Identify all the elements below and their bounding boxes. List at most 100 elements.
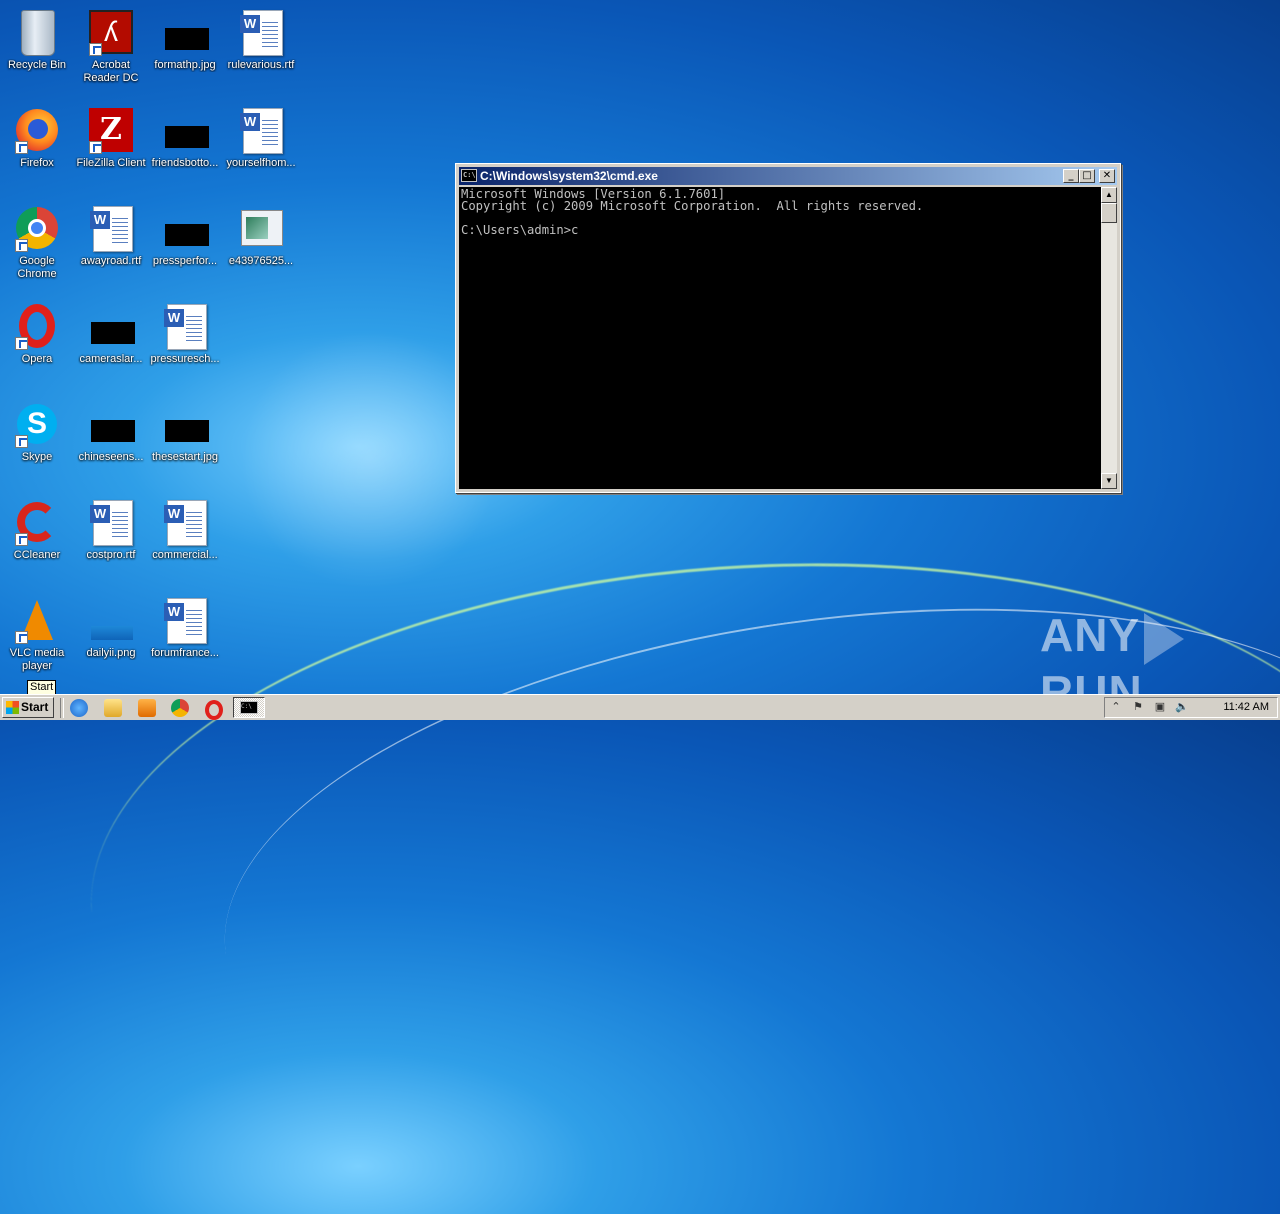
desktop-icon-skype[interactable]: S Skype [0,394,74,464]
word-document-icon: W [164,304,207,350]
shortcut-arrow-icon [89,43,102,56]
console-line: Copyright (c) 2009 Microsoft Corporation… [461,199,924,213]
taskbar-separator [60,698,64,718]
desktop-icon-friendsbotto[interactable]: friendsbotto... [148,100,222,170]
show-hidden-icons-icon[interactable]: ⌃ [1109,700,1123,714]
desktop-icon-label: CCleaner [13,549,61,561]
desktop-icon-vlc[interactable]: VLC media player [0,590,74,673]
desktop-icon-label: Firefox [20,157,54,169]
cmd-console[interactable]: Microsoft Windows [Version 6.1.7601] Copy… [459,187,1101,489]
desktop-icon-label: VLC media player [9,647,65,672]
desktop-icon-label: cameraslar... [79,353,143,365]
cmd-window[interactable]: C:\ C:\Windows\system32\cmd.exe _ □ ✕ Mi… [455,163,1121,493]
cmd-icon[interactable]: C:\ [461,169,477,182]
cmd-titlebar[interactable]: C:\ C:\Windows\system32\cmd.exe _ □ ✕ [459,167,1117,185]
word-document-icon: W [90,500,133,546]
desktop-icon-label: pressperfor... [152,255,218,267]
desktop-icon-e43976525[interactable]: e43976525... [224,198,298,268]
desktop-icon-rulevarious[interactable]: W rulevarious.rtf [224,2,298,72]
desktop-icon-label: Recycle Bin [7,59,67,71]
desktop-icon-recycle-bin[interactable]: Recycle Bin [0,2,74,72]
opera-taskbar-icon[interactable] [205,700,223,720]
scroll-down-button[interactable]: ▼ [1101,473,1117,489]
shortcut-arrow-icon [15,435,28,448]
desktop-icon-dailyii[interactable]: dailyii.png [74,590,148,660]
desktop-icon-forumfrance[interactable]: W forumfrance... [148,590,222,660]
minimize-button[interactable]: _ [1063,169,1079,183]
chrome-taskbar-icon[interactable] [171,699,189,717]
desktop-icon-label: e43976525... [228,255,294,267]
desktop-icon-label: friendsbotto... [151,157,219,169]
desktop-icon-opera[interactable]: Opera [0,296,74,366]
desktop-icon-pressuresch[interactable]: W pressuresch... [148,296,222,366]
image-file-icon [165,28,209,50]
shortcut-arrow-icon [89,141,102,154]
desktop-icon-filezilla[interactable]: Z FileZilla Client [74,100,148,170]
desktop-icon-costpro[interactable]: W costpro.rtf [74,492,148,562]
shortcut-arrow-icon [15,239,28,252]
start-button-label: Start [21,700,49,714]
desktop-icon-firefox[interactable]: Firefox [0,100,74,170]
taskbar-cmd-button[interactable]: C:\ [233,697,265,718]
close-button[interactable]: ✕ [1099,169,1115,183]
watermark-left-text: ANY [1040,609,1141,661]
desktop-icon-awayroad[interactable]: W awayroad.rtf [74,198,148,268]
image-file-icon [165,420,209,442]
start-tooltip: Start [27,680,57,695]
desktop-icon-label: formathp.jpg [154,59,216,71]
recycle-bin-icon [21,10,55,56]
scroll-thumb[interactable] [1101,203,1117,223]
play-logo-icon [1144,612,1185,665]
desktop-icon-label: awayroad.rtf [80,255,142,267]
desktop-icon-label: Opera [21,353,53,365]
desktop-icon-label: rulevarious.rtf [227,59,295,71]
desktop-icon-acrobat-reader[interactable]: ʎ Acrobat Reader DC [74,2,148,85]
vertical-scrollbar[interactable]: ▲ ▼ [1101,187,1117,489]
desktop-icon-label: FileZilla Client [76,157,146,169]
image-file-icon [165,224,209,246]
start-button[interactable]: Start [2,697,54,718]
windows-logo-icon [6,701,19,714]
desktop-icon-chineseens[interactable]: chineseens... [74,394,148,464]
shortcut-arrow-icon [15,533,28,546]
desktop-icon-label: dailyii.png [86,647,136,659]
cmd-taskbar-icon: C:\ [240,701,258,714]
shortcut-arrow-icon [15,337,28,350]
desktop-icon-commercial[interactable]: W commercial... [148,492,222,562]
desktop-icon-cameraslar[interactable]: cameraslar... [74,296,148,366]
word-document-icon: W [164,598,207,644]
internet-explorer-icon[interactable] [70,699,88,717]
desktop-icon-label: forumfrance... [151,647,219,659]
word-document-icon: W [240,10,283,56]
media-player-icon[interactable] [138,699,156,717]
desktop-icon-google-chrome[interactable]: Google Chrome [0,198,74,281]
desktop-icon-formathp[interactable]: formathp.jpg [148,2,222,72]
image-file-icon [241,210,283,246]
desktop-icon-pressperfor[interactable]: pressperfor... [148,198,222,268]
image-file-icon [91,420,135,442]
desktop-icon-label: pressuresch... [150,353,220,365]
desktop-icon-label: Acrobat Reader DC [83,59,139,84]
taskbar: Start C:\ ⌃ ⚑ ▣ 🔈 11:42 AM [0,694,1280,720]
network-icon[interactable]: ▣ [1153,700,1167,714]
console-prompt-line: C:\Users\admin>c [461,223,579,237]
file-explorer-icon[interactable] [104,699,122,717]
cmd-window-title: C:\Windows\system32\cmd.exe [480,169,658,183]
desktop-icon-label: thesestart.jpg [151,451,219,463]
desktop-icon-label: yourselfhom... [226,157,296,169]
word-document-icon: W [90,206,133,252]
desktop-icon-thesestart[interactable]: thesestart.jpg [148,394,222,464]
desktop-icon-label: Skype [21,451,53,463]
desktop-icon-ccleaner[interactable]: CCleaner [0,492,74,562]
action-center-flag-icon[interactable]: ⚑ [1131,700,1145,714]
volume-icon[interactable]: 🔈 [1175,700,1189,714]
desktop-icon-label: commercial... [152,549,218,561]
desktop-icon-label: costpro.rtf [86,549,136,561]
taskbar-clock[interactable]: 11:42 AM [1223,698,1269,717]
system-tray: ⌃ ⚑ ▣ 🔈 11:42 AM [1104,697,1278,718]
desktop-icon-yourselfhom[interactable]: W yourselfhom... [224,100,298,170]
image-file-icon [165,126,209,148]
scroll-up-button[interactable]: ▲ [1101,187,1117,203]
image-file-icon [91,626,133,640]
maximize-button[interactable]: □ [1079,169,1095,183]
